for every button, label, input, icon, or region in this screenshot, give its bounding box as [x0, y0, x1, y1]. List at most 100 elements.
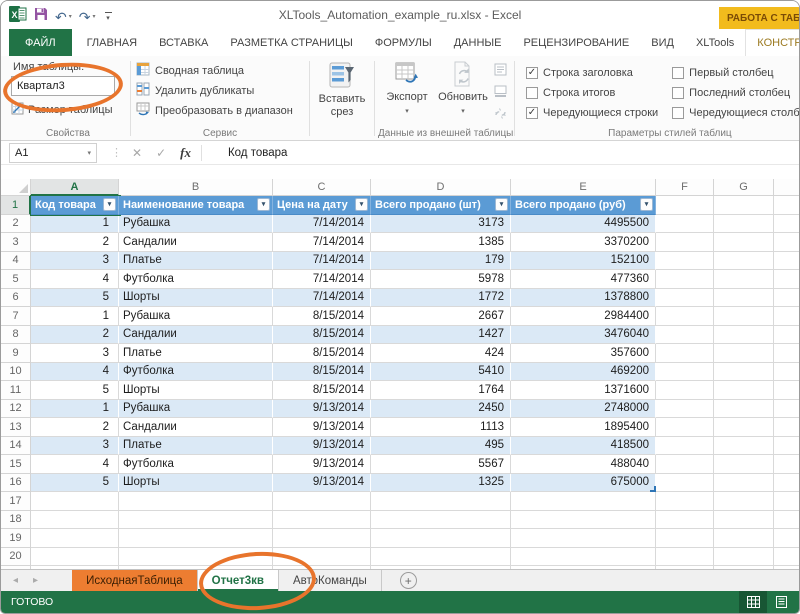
cell-D17[interactable]	[371, 492, 511, 511]
cell-C9[interactable]: 8/15/2014	[273, 344, 371, 363]
cell-F13[interactable]	[656, 418, 714, 437]
cell-D13[interactable]: 1113	[371, 418, 511, 437]
undo-button[interactable]: ↶ ▾	[55, 8, 72, 26]
cell-F15[interactable]	[656, 455, 714, 474]
cell-F14[interactable]	[656, 437, 714, 456]
cell-D21[interactable]	[371, 566, 511, 569]
cell-D20[interactable]	[371, 548, 511, 567]
export-button[interactable]: Экспорт ▾	[380, 60, 434, 125]
cell-F9[interactable]	[656, 344, 714, 363]
cell-B16[interactable]: Шорты	[119, 474, 273, 493]
col-header-D[interactable]: D	[371, 179, 511, 196]
cell-E12[interactable]: 2748000	[511, 400, 656, 419]
convert-to-range-button[interactable]: Преобразовать в диапазон	[136, 101, 302, 120]
cell-G2[interactable]	[714, 215, 774, 234]
cell-B7[interactable]: Рубашка	[119, 307, 273, 326]
table-name-input[interactable]: Квартал3	[11, 76, 115, 96]
cell-B2[interactable]: Рубашка	[119, 215, 273, 234]
cell-D11[interactable]: 1764	[371, 381, 511, 400]
cell-D10[interactable]: 5410	[371, 363, 511, 382]
cell-A8[interactable]: 2	[31, 326, 119, 345]
row-header-17[interactable]: 17	[1, 492, 31, 511]
cell-G14[interactable]	[714, 437, 774, 456]
add-sheet-button[interactable]: +	[400, 572, 417, 589]
refresh-dropdown-icon[interactable]: ▾	[461, 105, 465, 118]
row-header-11[interactable]: 11	[1, 381, 31, 400]
cell-D9[interactable]: 424	[371, 344, 511, 363]
ribbon-tab-данные[interactable]: ДАННЫЕ	[443, 29, 513, 56]
filter-dropdown-icon[interactable]: ▾	[355, 198, 368, 211]
cell-D3[interactable]: 1385	[371, 233, 511, 252]
row-header-21[interactable]: 21	[1, 566, 31, 569]
cell-F12[interactable]	[656, 400, 714, 419]
refresh-button[interactable]: Обновить ▾	[436, 60, 490, 125]
checkbox-последний-столбец[interactable]: Последний столбец	[672, 83, 799, 102]
cell-C20[interactable]	[273, 548, 371, 567]
cell-G7[interactable]	[714, 307, 774, 326]
open-in-browser-small-icon[interactable]	[494, 85, 507, 103]
ribbon-tab-конструктор[interactable]: КОНСТРУКТОР	[745, 29, 799, 56]
normal-view-button[interactable]	[739, 591, 767, 613]
cell-E14[interactable]: 418500	[511, 437, 656, 456]
cell-A14[interactable]: 3	[31, 437, 119, 456]
cell-B5[interactable]: Футболка	[119, 270, 273, 289]
save-icon[interactable]	[34, 7, 48, 26]
cell-F10[interactable]	[656, 363, 714, 382]
cell-F3[interactable]	[656, 233, 714, 252]
cell-A2[interactable]: 1	[31, 215, 119, 234]
cell-A12[interactable]: 1	[31, 400, 119, 419]
cell-F8[interactable]	[656, 326, 714, 345]
cell-D6[interactable]: 1772	[371, 289, 511, 308]
checkbox-unchecked-icon[interactable]	[672, 67, 684, 79]
cell-D2[interactable]: 3173	[371, 215, 511, 234]
cell-E18[interactable]	[511, 511, 656, 530]
cell-B8[interactable]: Сандалии	[119, 326, 273, 345]
customize-qat-button[interactable]: ▾	[105, 12, 112, 22]
cell-D15[interactable]: 5567	[371, 455, 511, 474]
cell-B12[interactable]: Рубашка	[119, 400, 273, 419]
ribbon-tab-вставка[interactable]: ВСТАВКА	[148, 29, 219, 56]
pivot-table-button[interactable]: Сводная таблица	[136, 61, 302, 80]
checkbox-первый-столбец[interactable]: Первый столбец	[672, 63, 799, 82]
cell-D5[interactable]: 5978	[371, 270, 511, 289]
cell-B18[interactable]	[119, 511, 273, 530]
cell-G3[interactable]	[714, 233, 774, 252]
cell-E6[interactable]: 1378800	[511, 289, 656, 308]
cell-G19[interactable]	[714, 529, 774, 548]
cell-A19[interactable]	[31, 529, 119, 548]
col-header-F[interactable]: F	[656, 179, 714, 196]
sheet-tab-отчет3кв[interactable]: Отчет3кв	[198, 570, 279, 591]
cell-C17[interactable]	[273, 492, 371, 511]
cell-G1[interactable]	[714, 196, 774, 215]
filter-dropdown-icon[interactable]: ▾	[495, 198, 508, 211]
cell-F2[interactable]	[656, 215, 714, 234]
cell-C11[interactable]: 8/15/2014	[273, 381, 371, 400]
checkbox-чередующиеся-столбцы[interactable]: Чередующиеся столбцы	[672, 103, 799, 122]
cell-B4[interactable]: Платье	[119, 252, 273, 271]
formula-bar-content[interactable]: Код товара	[202, 147, 287, 159]
cell-G10[interactable]	[714, 363, 774, 382]
cell-E5[interactable]: 477360	[511, 270, 656, 289]
cancel-icon[interactable]: ✕	[132, 146, 142, 160]
row-header-1[interactable]: 1	[1, 196, 31, 215]
cell-A6[interactable]: 5	[31, 289, 119, 308]
cell-C10[interactable]: 8/15/2014	[273, 363, 371, 382]
cell-D8[interactable]: 1427	[371, 326, 511, 345]
row-header-3[interactable]: 3	[1, 233, 31, 252]
redo-dropdown-icon[interactable]: ▾	[92, 13, 95, 20]
cell-F11[interactable]	[656, 381, 714, 400]
cell-C1[interactable]: Цена на дату▾	[273, 196, 371, 215]
cell-G21[interactable]	[714, 566, 774, 569]
export-dropdown-icon[interactable]: ▾	[405, 105, 409, 118]
col-header-C[interactable]: C	[273, 179, 371, 196]
filter-dropdown-icon[interactable]: ▾	[103, 198, 116, 211]
remove-duplicates-button[interactable]: Удалить дубликаты	[136, 81, 302, 100]
cell-F4[interactable]	[656, 252, 714, 271]
cell-C18[interactable]	[273, 511, 371, 530]
cell-G20[interactable]	[714, 548, 774, 567]
cell-F16[interactable]	[656, 474, 714, 493]
col-header-B[interactable]: B	[119, 179, 273, 196]
cell-A16[interactable]: 5	[31, 474, 119, 493]
cell-D4[interactable]: 179	[371, 252, 511, 271]
checkbox-строка-заголовка[interactable]: ✓Строка заголовка	[526, 63, 658, 82]
